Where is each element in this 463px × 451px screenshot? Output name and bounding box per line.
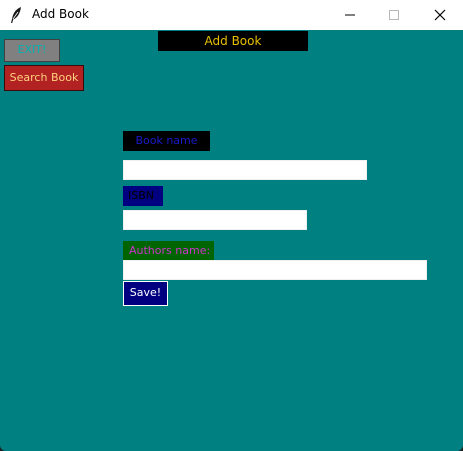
isbn-field[interactable] xyxy=(123,210,307,230)
book-name-field[interactable] xyxy=(123,160,367,180)
search-book-button[interactable]: Search Book xyxy=(4,65,84,91)
book-name-label: Book name xyxy=(123,131,210,151)
title-bar[interactable]: Add Book xyxy=(0,0,463,30)
minimize-button[interactable] xyxy=(327,0,373,30)
minimize-icon xyxy=(345,14,355,16)
save-button[interactable]: Save! xyxy=(123,281,168,306)
add-book-window: Add Book EXIT! Search Book Add Book Book… xyxy=(0,0,463,451)
window-title: Add Book xyxy=(32,7,89,21)
isbn-label: ISBN xyxy=(123,186,163,206)
close-button[interactable] xyxy=(417,0,463,30)
close-icon xyxy=(434,9,446,21)
maximize-icon xyxy=(389,10,399,20)
authors-name-label: Authors name: xyxy=(123,241,214,261)
authors-name-field[interactable] xyxy=(123,260,427,280)
feather-icon xyxy=(8,6,24,24)
page-title: Add Book xyxy=(158,31,308,51)
exit-button[interactable]: EXIT! xyxy=(4,39,60,62)
maximize-button[interactable] xyxy=(371,0,417,30)
